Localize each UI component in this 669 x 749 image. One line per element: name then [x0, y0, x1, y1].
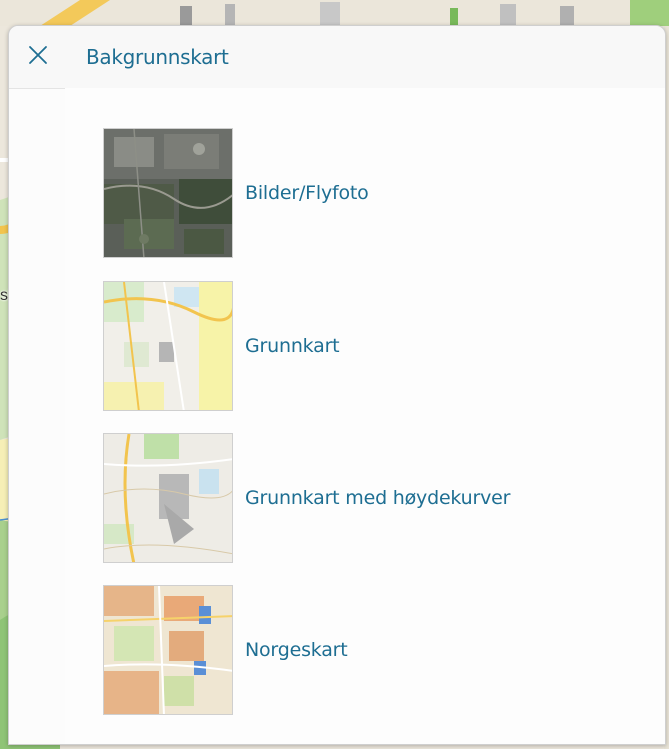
- base-map-thumbnail: [103, 281, 233, 411]
- panel-title: Bakgrunnskart: [86, 45, 229, 69]
- aerial-photo-thumbnail: [103, 128, 233, 258]
- layer-label: Grunnkart med høydekurver: [245, 487, 511, 509]
- close-button[interactable]: [9, 26, 67, 88]
- layer-label: Norgeskart: [245, 639, 348, 661]
- layer-option-norway-map[interactable]: Norgeskart: [103, 585, 348, 715]
- layer-label: Grunnkart: [245, 335, 340, 357]
- layer-option-base-map[interactable]: Grunnkart: [103, 281, 340, 411]
- layer-option-aerial[interactable]: Bilder/Flyfoto: [103, 128, 369, 258]
- layer-option-base-map-contours[interactable]: Grunnkart med høydekurver: [103, 433, 510, 563]
- panel-header: Bakgrunnskart: [9, 26, 665, 89]
- close-icon: [26, 43, 50, 71]
- base-map-contours-thumbnail: [103, 433, 233, 563]
- norway-map-thumbnail: [103, 585, 233, 715]
- layer-label: Bilder/Flyfoto: [245, 182, 369, 204]
- layer-list-container: Bilder/Flyfoto Grunnkart Grunnkart med h…: [65, 88, 665, 744]
- background-map-panel: Bakgrunnskart Bilder/Flyfoto Grunnkart G…: [8, 25, 666, 745]
